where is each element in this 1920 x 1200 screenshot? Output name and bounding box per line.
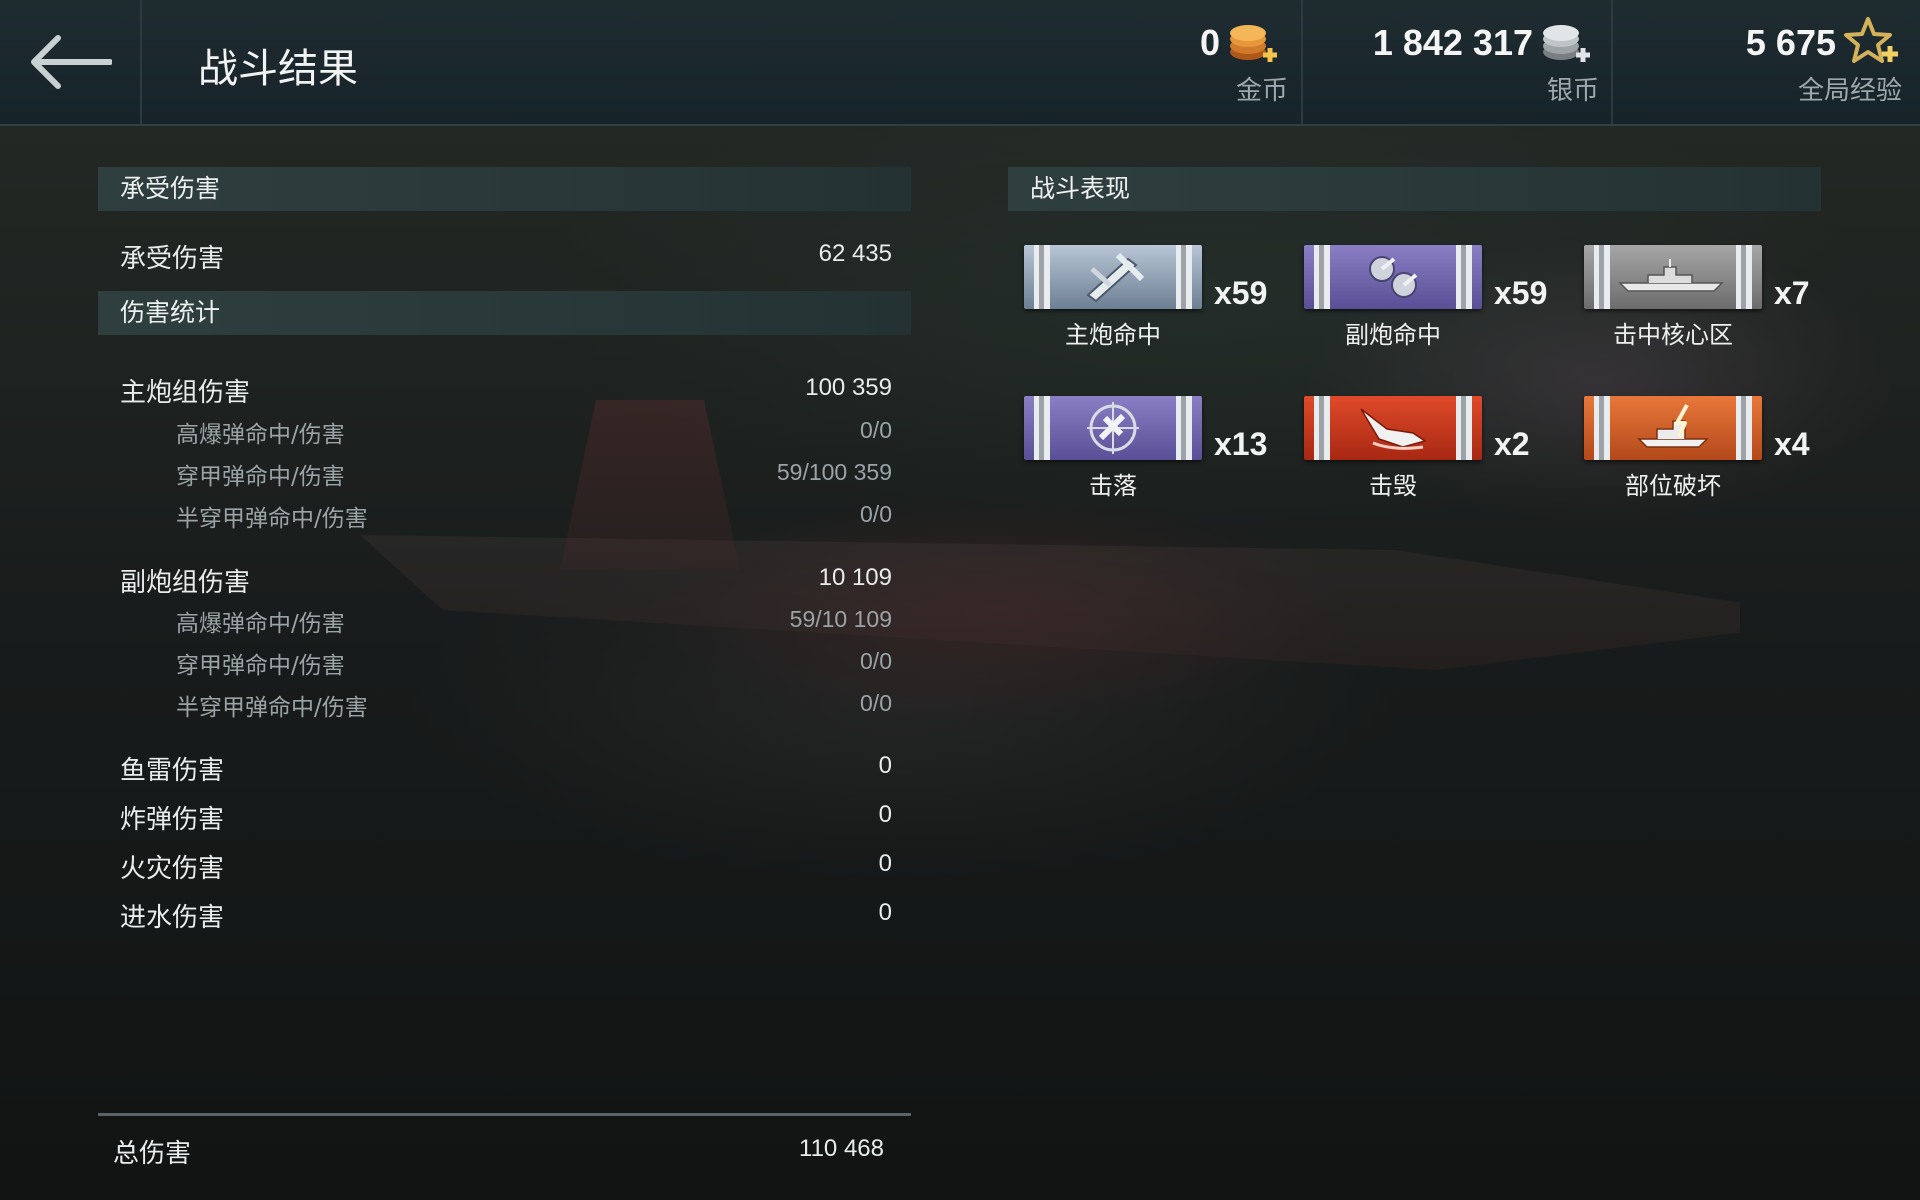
row-label: 高爆弹命中/伤害 [176, 611, 345, 637]
medal-module-destroyed[interactable]: x4 部位破坏 [1584, 396, 1844, 506]
row-value: 0 [878, 801, 892, 828]
silver-amount: 1 842 317 [1372, 22, 1533, 63]
row-label: 总伤害 [113, 1139, 192, 1169]
row-value: 100 359 [805, 374, 892, 401]
plane-shot-down-icon [1087, 402, 1139, 454]
secondary-sap-row: 半穿甲弹命中/伤害 0/0 [98, 684, 894, 724]
medal-ship-destroyed[interactable]: x2 击毁 [1304, 396, 1564, 506]
row-value: 110 468 [799, 1135, 884, 1162]
battle-performance-header: 战斗表现 [1008, 167, 1821, 211]
row-label: 穿甲弹命中/伤害 [176, 464, 345, 490]
medal-count: x13 [1214, 426, 1268, 462]
gold-coins-icon [1230, 25, 1277, 62]
row-value: 62 435 [818, 240, 892, 267]
gold-currency[interactable]: 0 金币 [1170, 0, 1300, 124]
citadel-hit-icon [1618, 259, 1724, 292]
star-xp-icon [1844, 17, 1898, 63]
row-label: 承受伤害 [120, 244, 225, 274]
main-he-row: 高爆弹命中/伤害 0/0 [98, 411, 894, 451]
row-value: 0/0 [860, 417, 892, 443]
silver-coins-icon [1543, 25, 1590, 62]
row-label: 火灾伤害 [120, 854, 225, 884]
medal-label: 副炮命中 [1345, 321, 1441, 349]
row-label: 半穿甲弹命中/伤害 [176, 506, 368, 532]
arrow-left-icon [31, 35, 112, 89]
received-damage-header: 承受伤害 [98, 167, 911, 211]
xp-amount: 5 675 [1745, 22, 1836, 63]
row-value: 10 109 [818, 564, 892, 591]
medal-ribbon [1584, 245, 1762, 309]
module-destroyed-icon [1637, 404, 1709, 448]
ship-destroyed-icon [1360, 408, 1427, 450]
total-damage-row: 总伤害 110 468 [98, 1129, 894, 1169]
medal-label: 部位破坏 [1625, 472, 1721, 500]
silver-currency[interactable]: 1 842 317 银币 [1303, 0, 1611, 124]
medal-ribbon [1584, 396, 1762, 460]
medal-count: x59 [1494, 275, 1548, 311]
main-ap-row: 穿甲弹命中/伤害 59/100 359 [98, 453, 894, 493]
fire-damage-row: 火灾伤害 0 [98, 844, 894, 884]
row-value: 0 [878, 899, 892, 926]
row-value: 0 [878, 752, 892, 779]
row-value: 0/0 [860, 648, 892, 674]
row-label: 副炮组伤害 [120, 568, 251, 598]
medal-label: 击落 [1089, 472, 1137, 500]
medal-plane-shot-down[interactable]: x13 击落 [1024, 396, 1284, 506]
medal-count: x4 [1774, 426, 1810, 462]
silver-label: 银币 [1546, 76, 1599, 106]
row-label: 进水伤害 [120, 903, 225, 933]
medal-count: x2 [1494, 426, 1530, 462]
secondary-battery-damage-row: 副炮组伤害 10 109 [98, 558, 894, 598]
flooding-damage-row: 进水伤害 0 [98, 893, 894, 933]
row-label: 鱼雷伤害 [120, 756, 225, 786]
medal-citadel-hit[interactable]: x7 击中核心区 [1584, 245, 1844, 355]
gold-amount: 0 [1199, 22, 1220, 63]
main-battery-hit-icon [1086, 252, 1145, 303]
total-divider [98, 1113, 911, 1116]
row-value: 0/0 [860, 690, 892, 716]
row-value: 0/0 [860, 501, 892, 527]
medal-count: x59 [1214, 275, 1268, 311]
row-value: 59/100 359 [776, 459, 892, 485]
gold-label: 金币 [1235, 76, 1288, 106]
bomb-damage-row: 炸弹伤害 0 [98, 795, 894, 835]
medal-label: 击中核心区 [1613, 321, 1733, 349]
torpedo-damage-row: 鱼雷伤害 0 [98, 746, 894, 786]
medal-label: 主炮命中 [1065, 321, 1161, 349]
medal-secondary-battery-hit[interactable]: x59 副炮命中 [1304, 245, 1564, 355]
row-value: 59/10 109 [789, 606, 892, 632]
medal-ribbon [1304, 245, 1482, 309]
medal-ribbon [1024, 245, 1202, 309]
secondary-he-row: 高爆弹命中/伤害 59/10 109 [98, 600, 894, 640]
row-label: 高爆弹命中/伤害 [176, 422, 345, 448]
received-damage-row: 承受伤害 62 435 [98, 234, 894, 274]
global-xp-currency[interactable]: 5 675 全局经验 [1613, 0, 1920, 124]
medal-count: x7 [1774, 275, 1810, 311]
main-sap-row: 半穿甲弹命中/伤害 0/0 [98, 495, 894, 535]
xp-label: 全局经验 [1797, 76, 1902, 106]
back-button[interactable] [0, 0, 142, 124]
row-label: 穿甲弹命中/伤害 [176, 653, 345, 679]
top-bar: 战斗结果 0 金币 1 842 317 银币 5 675 全局经验 [0, 0, 1920, 126]
secondary-ap-row: 穿甲弹命中/伤害 0/0 [98, 642, 894, 682]
secondary-battery-hit-icon [1369, 256, 1418, 298]
row-label: 半穿甲弹命中/伤害 [176, 695, 368, 721]
page-title: 战斗结果 [198, 46, 358, 92]
medal-ribbon [1304, 396, 1482, 460]
medal-main-battery-hit[interactable]: x59 主炮命中 [1024, 245, 1284, 355]
row-label: 主炮组伤害 [120, 378, 251, 408]
medal-ribbon [1024, 396, 1202, 460]
row-value: 0 [878, 850, 892, 877]
damage-stats-header: 伤害统计 [98, 291, 911, 335]
medal-label: 击毁 [1369, 472, 1417, 500]
row-label: 炸弹伤害 [120, 805, 225, 835]
main-battery-damage-row: 主炮组伤害 100 359 [98, 368, 894, 408]
